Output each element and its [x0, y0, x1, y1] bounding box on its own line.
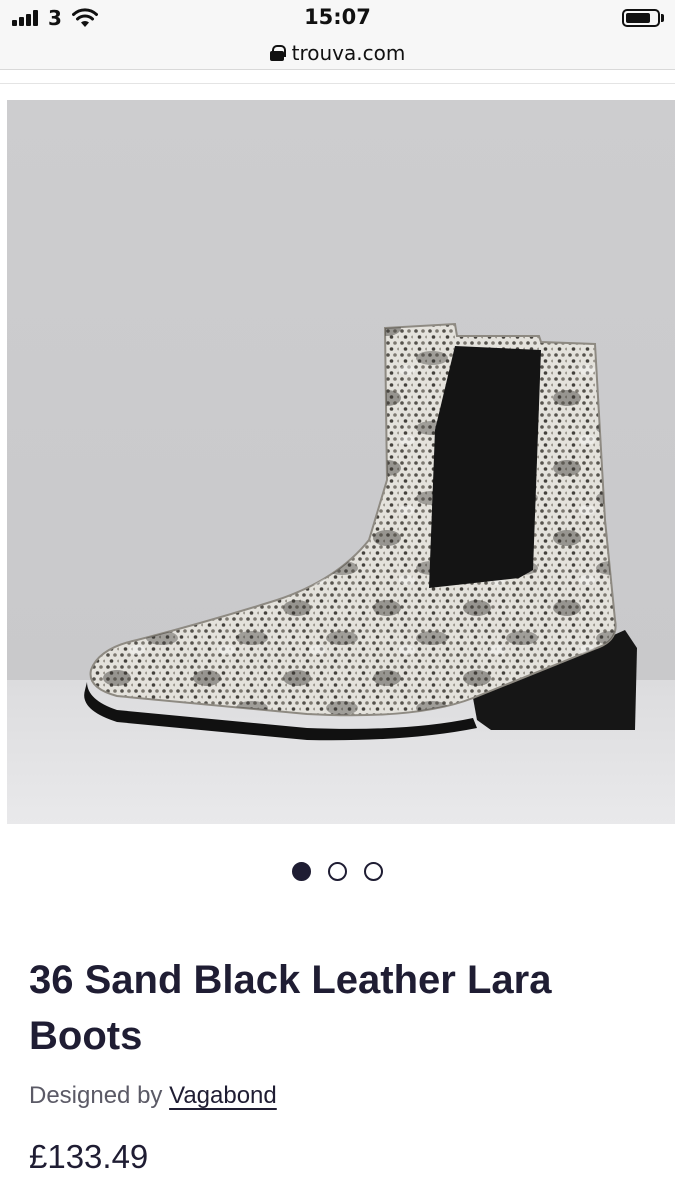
boot-illustration — [84, 322, 637, 741]
image-carousel-dots — [0, 862, 675, 882]
product-image[interactable] — [7, 100, 675, 824]
carousel-dot-1[interactable] — [292, 862, 311, 881]
address-bar[interactable]: trouva.com — [0, 36, 675, 70]
page-divider — [0, 83, 675, 84]
battery-level — [626, 13, 650, 23]
carousel-dot-3[interactable] — [364, 862, 383, 881]
carousel-dot-2[interactable] — [328, 862, 347, 881]
url-text: trouva.com — [291, 40, 406, 65]
battery-cap — [661, 14, 664, 22]
designer-link[interactable]: Vagabond — [169, 1082, 277, 1109]
status-bar: 3 15:07 — [0, 0, 675, 36]
status-time: 15:07 — [304, 5, 371, 29]
product-price: £133.49 — [29, 1138, 149, 1175]
product-title: 36 Sand Black Leather Lara Boots — [29, 958, 552, 1058]
lock-icon — [269, 44, 286, 61]
battery-icon — [622, 9, 660, 27]
designer-line: Designed by Vagabond — [29, 1082, 277, 1110]
designed-by-label: Designed by — [29, 1082, 163, 1109]
